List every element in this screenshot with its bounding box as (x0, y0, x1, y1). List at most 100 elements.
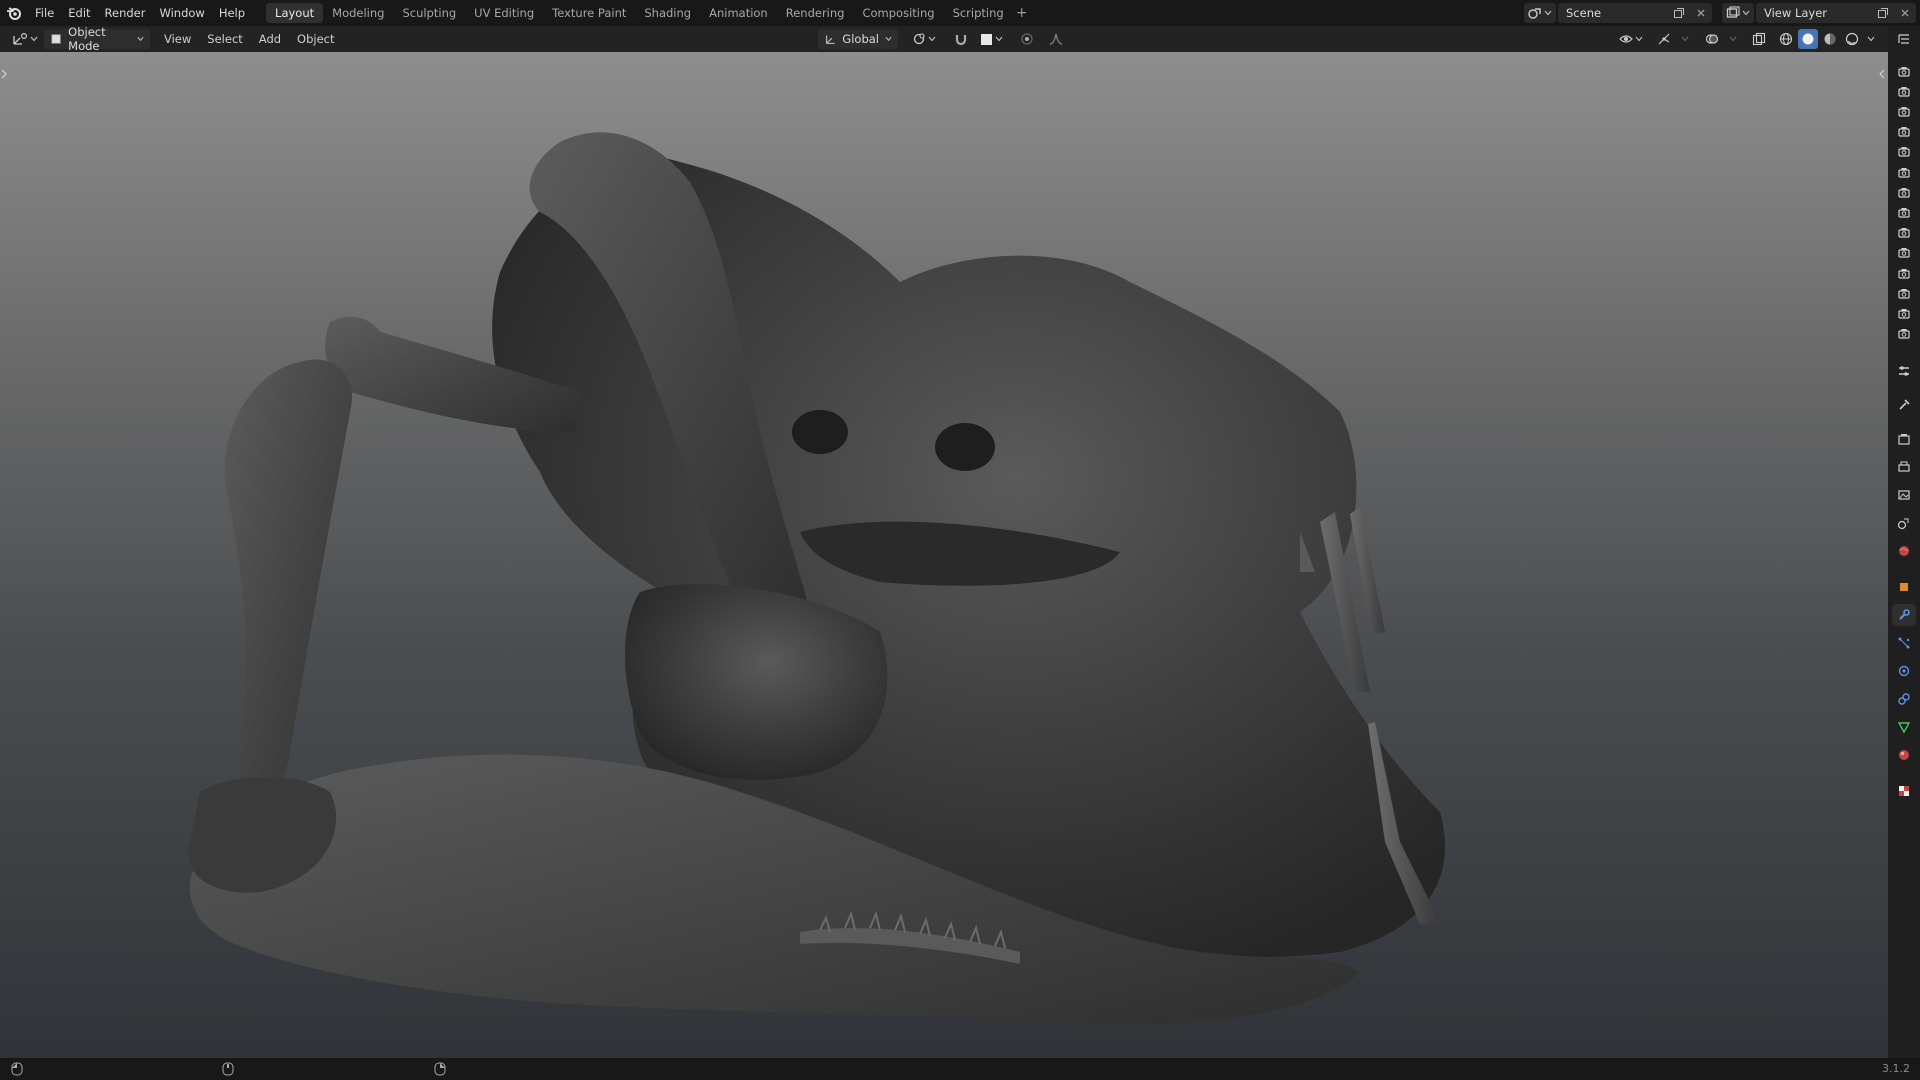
camera-icon[interactable] (1896, 306, 1912, 320)
workspace-tab-texture-paint[interactable]: Texture Paint (543, 3, 635, 23)
camera-icon[interactable] (1896, 165, 1912, 179)
snap-increment-icon (980, 33, 992, 45)
mesh-data-icon (1897, 722, 1911, 734)
camera-icon[interactable] (1896, 84, 1912, 98)
workspace-tab-sculpting[interactable]: Sculpting (393, 3, 465, 23)
snap-toggle[interactable] (950, 29, 972, 49)
magnet-icon (955, 35, 967, 46)
tab-scene[interactable] (1892, 512, 1916, 534)
top-bar: File Edit Render Window Help Layout Modeling S… (0, 0, 1920, 26)
tab-view-layer[interactable] (1892, 484, 1916, 506)
texture-checker-icon (1899, 786, 1909, 796)
3d-viewport[interactable] (0, 52, 1888, 1058)
shading-dropdown[interactable] (1864, 29, 1878, 49)
tab-modifiers[interactable] (1892, 604, 1916, 626)
proportional-falloff-dropdown[interactable] (1042, 29, 1070, 49)
mode-label: Object Mode (68, 25, 106, 53)
remove-scene-icon[interactable] (1690, 3, 1712, 23)
tab-active-tool[interactable] (1892, 394, 1916, 416)
view-layer-field[interactable]: View Layer (1756, 3, 1916, 23)
tab-physics[interactable] (1892, 660, 1916, 682)
workspace-tabs: Layout Modeling Sculpting UV Editing Texture… (266, 3, 1013, 23)
tab-render[interactable] (1892, 428, 1916, 450)
header-menu-object[interactable]: Object (289, 29, 342, 49)
editor-type-button[interactable] (8, 29, 42, 49)
falloff-curve-icon (1049, 33, 1063, 45)
view-layer-name: View Layer (1764, 6, 1828, 20)
workspace-tab-modeling[interactable]: Modeling (323, 3, 393, 23)
tab-object[interactable] (1892, 576, 1916, 598)
blender-logo-icon[interactable] (0, 0, 28, 26)
material-icon (1899, 750, 1909, 760)
menu-help[interactable]: Help (212, 3, 252, 23)
tab-world[interactable] (1892, 540, 1916, 562)
workspace-tab-rendering[interactable]: Rendering (777, 3, 854, 23)
xray-toggle[interactable] (1748, 29, 1770, 49)
camera-icon[interactable] (1896, 266, 1912, 280)
shading-rendered-button[interactable] (1842, 29, 1862, 49)
gizmo-toggle[interactable] (1652, 29, 1676, 49)
camera-icon[interactable] (1896, 104, 1912, 118)
header-menu-view[interactable]: View (156, 29, 199, 49)
camera-icon[interactable] (1896, 125, 1912, 139)
menu-edit[interactable]: Edit (61, 3, 97, 23)
camera-icon[interactable] (1896, 185, 1912, 199)
tab-material[interactable] (1892, 744, 1916, 766)
rendered-shading-icon (1845, 32, 1859, 46)
printer-icon (1898, 461, 1910, 472)
tab-particles[interactable] (1892, 632, 1916, 654)
image-icon (1898, 490, 1910, 500)
tab-data[interactable] (1892, 716, 1916, 738)
screwdriver-icon (1899, 399, 1910, 410)
workspace-tab-animation[interactable]: Animation (700, 3, 777, 23)
shading-wireframe-button[interactable] (1776, 29, 1796, 49)
tab-tool[interactable] (1892, 360, 1916, 382)
world-icon (1899, 546, 1909, 556)
version-label: 3.1.2 (1882, 1062, 1910, 1075)
scene-selector-button[interactable] (1524, 3, 1556, 23)
camera-icon[interactable] (1896, 64, 1912, 78)
shading-solid-button[interactable] (1798, 29, 1818, 49)
outliner-toggle[interactable] (1892, 28, 1916, 50)
view-layer-selector-button[interactable] (1722, 3, 1754, 23)
new-scene-icon[interactable] (1668, 3, 1690, 23)
workspace-tab-scripting[interactable]: Scripting (944, 3, 1013, 23)
menu-render[interactable]: Render (98, 3, 153, 23)
camera-icon[interactable] (1896, 145, 1912, 159)
menu-window[interactable]: Window (152, 3, 211, 23)
snap-target-dropdown[interactable] (976, 29, 1006, 49)
wireframe-shading-icon (1779, 32, 1793, 46)
add-workspace-icon[interactable]: + (1013, 3, 1031, 23)
tab-output[interactable] (1892, 456, 1916, 478)
header-menu-add[interactable]: Add (251, 29, 289, 49)
new-view-layer-icon[interactable] (1872, 3, 1894, 23)
menu-file[interactable]: File (28, 3, 61, 23)
mode-dropdown[interactable]: Object Mode (44, 25, 150, 53)
transform-orientation-dropdown[interactable]: Global (818, 29, 898, 49)
workspace-tab-shading[interactable]: Shading (635, 3, 700, 23)
workspace-tab-layout[interactable]: Layout (266, 3, 324, 23)
camera-icon[interactable] (1896, 286, 1912, 300)
gizmo-dropdown[interactable] (1678, 29, 1692, 49)
overlays-dropdown[interactable] (1726, 29, 1740, 49)
sidebar-expand-handle[interactable] (1879, 68, 1885, 80)
camera-icon[interactable] (1896, 226, 1912, 240)
overlays-toggle[interactable] (1700, 29, 1724, 49)
workspace-tab-uv-editing[interactable]: UV Editing (465, 3, 543, 23)
camera-icon[interactable] (1896, 205, 1912, 219)
proportional-editing-toggle[interactable] (1016, 29, 1038, 49)
remove-view-layer-icon[interactable] (1894, 3, 1916, 23)
workspace-tab-compositing[interactable]: Compositing (853, 3, 943, 23)
toolbar-expand-handle[interactable] (1, 68, 7, 80)
tab-texture[interactable] (1892, 780, 1916, 802)
tab-constraints[interactable] (1892, 688, 1916, 710)
scene-field[interactable]: Scene (1558, 3, 1712, 23)
camera-icon[interactable] (1896, 246, 1912, 260)
camera-icon[interactable] (1896, 327, 1912, 341)
scene-name: Scene (1566, 6, 1602, 20)
visibility-dropdown[interactable] (1616, 29, 1646, 49)
mouse-left-click-icon (11, 1062, 23, 1076)
pivot-point-dropdown[interactable] (908, 29, 940, 49)
shading-material-button[interactable] (1820, 29, 1840, 49)
header-menu-select[interactable]: Select (199, 29, 250, 49)
